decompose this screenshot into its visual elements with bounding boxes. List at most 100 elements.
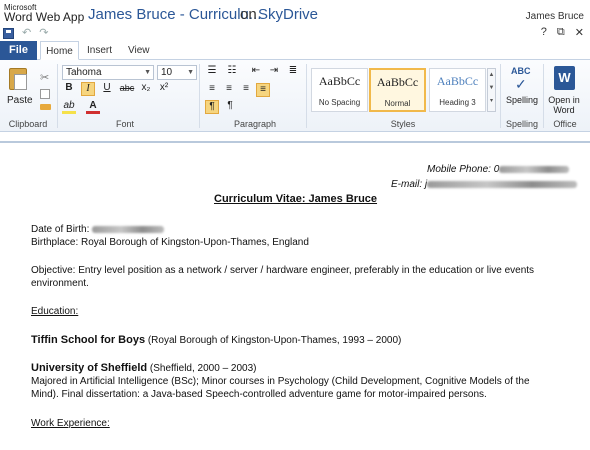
save-icon[interactable] [3,27,14,39]
subscript-button[interactable]: x₂ [139,82,153,96]
group-label-clipboard: Clipboard [8,119,48,129]
dob-line: Date of Birth: [31,224,165,235]
group-label-office: Office [553,119,577,129]
styles-scroll[interactable]: ▲ ▼ ▾ [487,68,496,112]
redo-icon[interactable]: ↷ [39,27,48,39]
increase-indent-icon[interactable]: ⇥ [267,65,281,79]
align-center-icon[interactable]: ≡ [222,83,236,97]
format-painter-icon[interactable] [40,104,51,110]
school-line: Tiffin School for Boys (Royal Borough of… [31,334,401,346]
education-heading: Education: [31,306,79,317]
strikethrough-button[interactable]: abc [118,82,136,96]
help-icon[interactable]: ? [541,26,547,39]
group-label-paragraph: Paragraph [233,119,277,129]
style-no-spacing[interactable]: AaBbCc No Spacing [311,68,368,112]
on-label: on [240,6,257,23]
group-label-spelling: Spelling [505,119,539,129]
bullets-icon[interactable]: ☰ [205,65,219,79]
user-name[interactable]: James Bruce [526,11,584,22]
underline-button[interactable]: U [100,82,114,96]
birthplace-line: Birthplace: Royal Borough of Kingston-Up… [31,237,309,248]
school-name: Tiffin School for Boys [31,334,146,346]
check-icon: ✓ [515,76,527,92]
align-right-icon[interactable]: ≡ [239,83,253,97]
group-divider [306,64,307,128]
quick-access-toolbar: ↶ ↷ [3,27,48,39]
paste-button[interactable]: Paste [7,95,33,106]
tab-insert[interactable]: Insert [87,41,112,60]
mobile-phone-line: Mobile Phone: 0 [427,164,570,175]
document-title[interactable]: James Bruce - Curriculu... [88,6,261,23]
superscript-button[interactable]: x² [157,82,171,96]
style-name: Normal [384,99,411,108]
university-detail: (Sheffield, 2000 – 2003) [147,363,257,374]
university-line: University of Sheffield (Sheffield, 2000… [31,362,256,374]
chevron-down-icon: ▼ [144,69,151,76]
style-sample: AaBbCc [376,75,419,89]
word-label: Word [553,105,575,115]
group-label-font: Font [115,119,134,129]
dob-label: Date of Birth: [31,224,90,235]
style-heading-3[interactable]: AaBbCc Heading 3 [429,68,486,112]
font-color-button[interactable]: A [86,100,100,114]
font-size-value: 10 [161,67,173,78]
group-divider [199,64,200,128]
ribbon-tabs: File Home Insert View [0,41,590,60]
font-size-select[interactable]: 10 ▼ [157,65,197,80]
group-label-styles: Styles [390,119,416,129]
school-detail: (Royal Borough of Kingston-Upon-Thames, … [145,335,402,346]
rtl-icon[interactable]: ¶ [223,100,237,114]
group-divider [57,64,58,128]
style-name: Heading 3 [439,98,476,107]
email-label: E-mail: j [391,179,428,190]
redacted-mark [427,180,578,188]
restore-icon[interactable]: ⧉ [557,26,565,39]
work-heading: Work Experience: [31,418,110,429]
paste-icon[interactable] [9,68,27,90]
multilevel-list-icon[interactable]: ≣ [286,65,300,79]
align-left-icon[interactable]: ≡ [205,83,219,97]
university-desc-1: Majored in Artificial Intelligence (BSc)… [31,376,530,387]
title-bar: Microsoft Word Web App James Bruce - Cur… [0,0,590,40]
font-family-value: Tahoma [66,67,102,78]
redacted-mark [499,165,570,173]
skydrive-link[interactable]: SkyDrive [258,6,318,23]
numbering-icon[interactable]: ☷ [225,65,239,79]
close-icon[interactable]: ✕ [575,26,584,39]
justify-icon[interactable]: ≡ [256,83,270,97]
email-line: E-mail: j [391,179,578,190]
university-desc-2: Mind). Final dissertation: a Java-based … [31,389,487,400]
tab-file[interactable]: File [0,41,37,60]
style-normal[interactable]: AaBbCc Normal [369,68,426,112]
italic-button[interactable]: I [81,82,95,96]
ltr-icon[interactable]: ¶ [205,100,219,114]
undo-icon[interactable]: ↶ [22,27,31,39]
page-top-edge [0,141,590,143]
tab-home[interactable]: Home [40,41,79,60]
document-canvas[interactable]: Mobile Phone: 0 E-mail: j Curriculum Vit… [0,133,590,450]
word-icon[interactable]: W [554,66,575,90]
cv-title: Curriculum Vitae: James Bruce [214,193,378,205]
open-in-label: Open in [548,95,580,105]
group-divider [500,64,501,128]
objective-line-1: Objective: Entry level position as a net… [31,265,535,276]
spelling-button[interactable]: Spelling [506,95,538,105]
spelling-icon[interactable]: ABC [511,66,531,76]
style-sample: AaBbCc [318,74,361,88]
tab-view[interactable]: View [128,41,150,60]
decrease-indent-icon[interactable]: ⇤ [249,65,263,79]
style-sample: AaBbCc [436,74,479,88]
redacted-mark [92,225,165,233]
copy-icon[interactable] [40,89,50,99]
open-in-word-button[interactable]: Open in Word [546,95,582,115]
ribbon: Paste ✂ Clipboard Tahoma ▼ 10 ▼ B I U ab… [0,60,590,132]
university-name: University of Sheffield [31,362,148,374]
cut-icon[interactable]: ✂ [40,71,49,84]
group-divider [543,64,544,128]
chevron-down-icon: ▼ [187,69,194,76]
font-family-select[interactable]: Tahoma ▼ [62,65,154,80]
highlight-button[interactable]: ab [62,100,76,114]
bold-button[interactable]: B [62,82,76,96]
objective-line-2: environment. [31,278,89,289]
style-name: No Spacing [318,98,361,107]
